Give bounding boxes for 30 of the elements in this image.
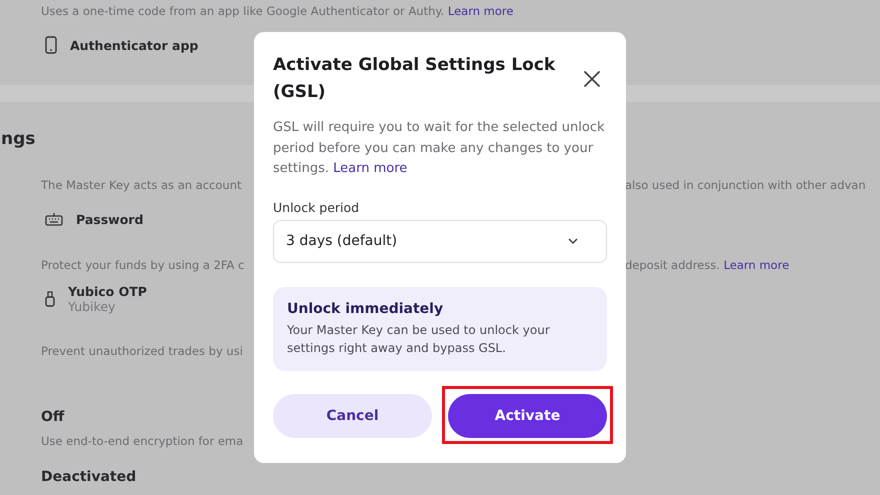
section-heading: ngs <box>1 129 36 149</box>
item-label: Password <box>76 212 144 226</box>
security-key-icon <box>45 291 55 307</box>
status-text: Deactivated <box>41 469 136 485</box>
item-sublabel: Yubikey <box>68 299 116 314</box>
info-text: Your Master Key can be used to unlock your settings right away and bypass GSL. <box>287 322 551 356</box>
item-label: Yubico OTP <box>68 284 147 299</box>
phone-icon <box>45 36 57 54</box>
description-text: Use end-to-end encryption for ema <box>41 434 244 448</box>
unlock-period-dropdown[interactable]: 3 days (default) <box>273 220 607 262</box>
learn-more-link[interactable]: Learn more <box>333 161 408 176</box>
keyboard-icon <box>45 212 63 226</box>
activate-button[interactable]: Activate <box>448 394 607 438</box>
description-text: also used in conjunction with other advan <box>625 178 866 192</box>
description-text: Uses a one-time code from an app like Google Authenticator or Authy. Learn more <box>41 4 514 18</box>
close-icon[interactable] <box>583 70 601 88</box>
learn-more-link[interactable]: Learn more <box>724 258 790 272</box>
item-label: Authenticator app <box>70 38 198 52</box>
description-text: The Master Key acts as an account <box>41 178 242 192</box>
description-text: Prevent unauthorized trades by usi <box>41 344 243 358</box>
status-text: Off <box>41 409 64 425</box>
dialog-description: GSL will require you to wait for the selected unlock period before you can make any changes to your settings. Learn more <box>273 119 606 178</box>
chevron-down-icon <box>567 237 579 245</box>
field-label: Unlock period <box>273 200 360 214</box>
info-title: Unlock immediately <box>287 300 444 316</box>
learn-more-link[interactable]: Learn more <box>448 4 514 18</box>
cancel-button[interactable]: Cancel <box>273 394 432 438</box>
description-text: Protect your funds by using a 2FA c <box>41 258 244 272</box>
dialog-title: Activate Global Settings Lock (GSL) <box>273 54 556 104</box>
description-text: deposit address. Learn more <box>625 258 790 272</box>
